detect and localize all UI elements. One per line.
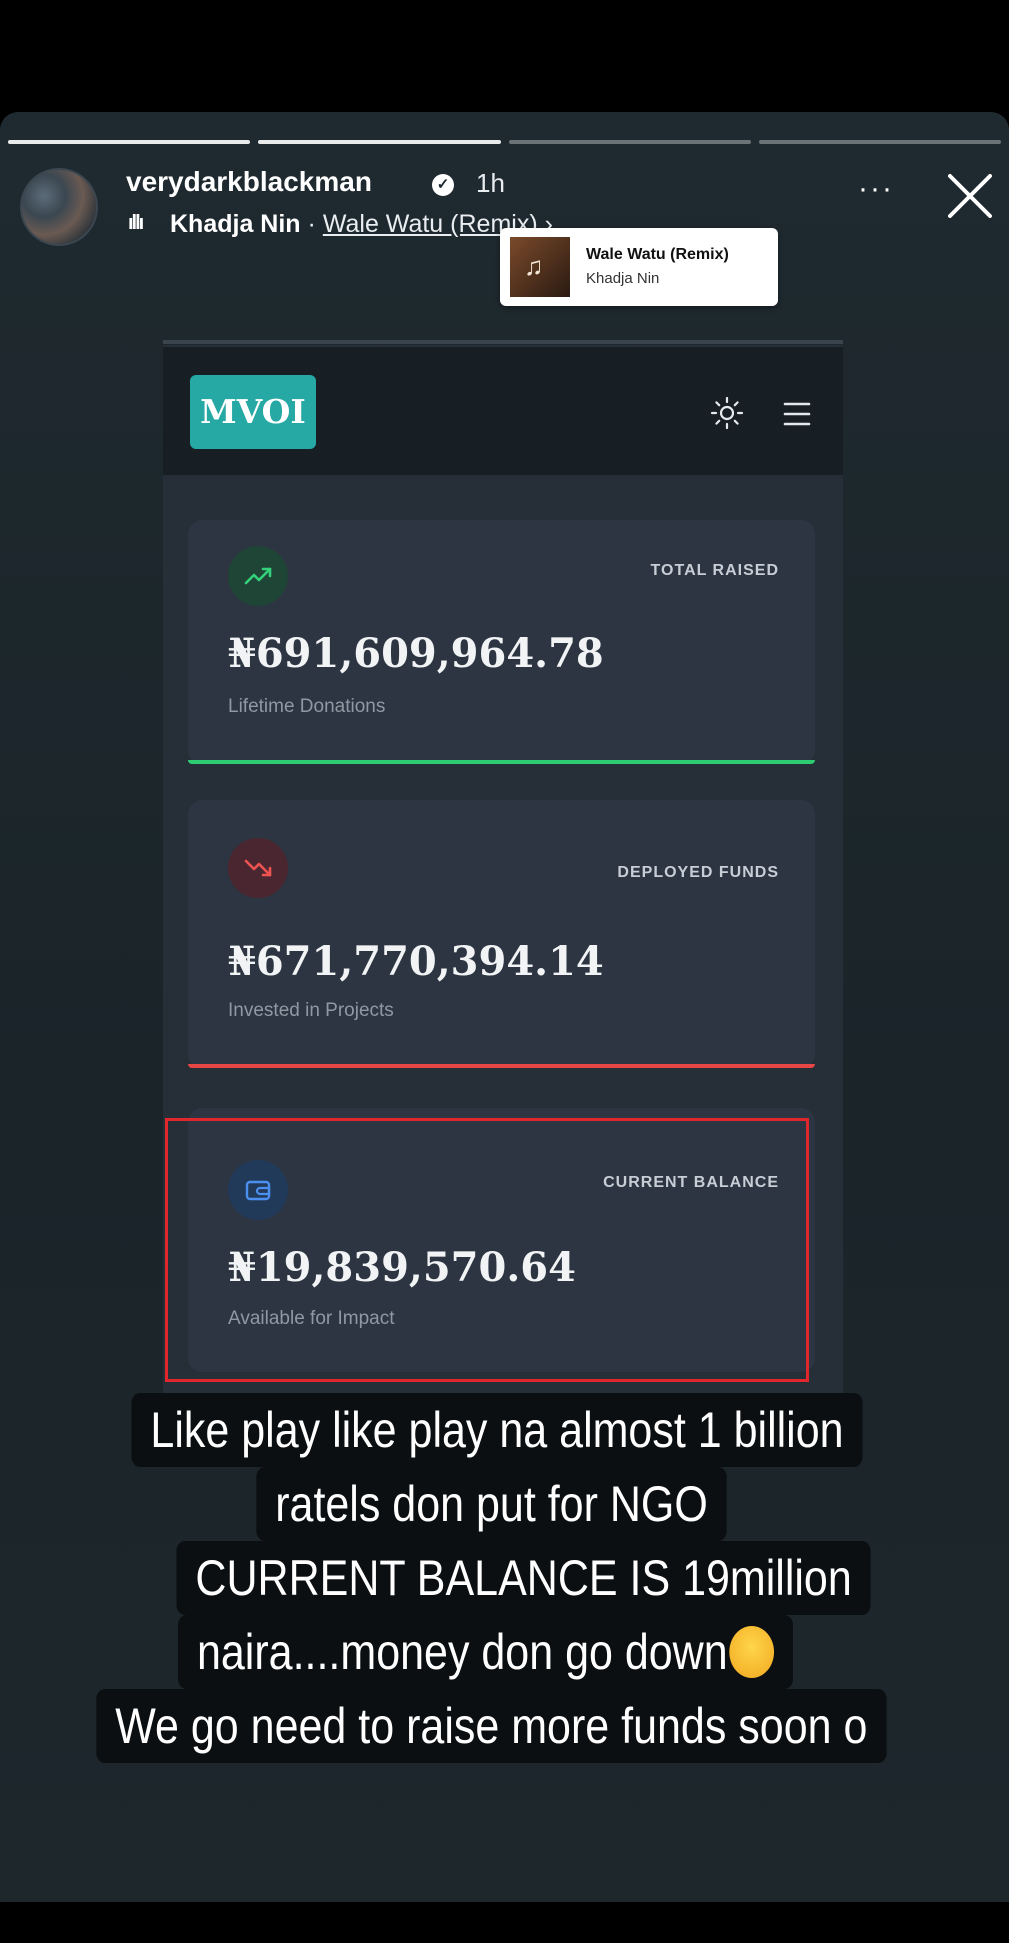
username[interactable]: verydarkblackman <box>126 166 372 198</box>
icon-circle <box>228 838 288 898</box>
card-subtitle: Invested in Projects <box>228 1000 394 1021</box>
music-icon: ıllı <box>128 212 144 234</box>
avatar[interactable] <box>20 168 98 246</box>
sun-icon[interactable] <box>710 396 744 430</box>
music-artist: Khadja Nin <box>170 210 301 238</box>
music-separator: · <box>307 210 316 238</box>
close-icon[interactable] <box>944 170 996 222</box>
caption-line: CURRENT BALANCE IS 19million <box>176 1541 871 1615</box>
card-accent-bar <box>188 1064 815 1068</box>
menu-icon[interactable] <box>782 400 812 428</box>
card-amount: ₦671,770,394.14 <box>228 938 604 985</box>
card-amount: ₦691,609,964.78 <box>228 630 604 677</box>
progress-segment <box>258 140 501 144</box>
caption-line: Like play like play na almost 1 billion <box>131 1393 863 1467</box>
trending-down-icon <box>244 859 272 877</box>
weary-face-emoji-icon <box>729 1625 775 1678</box>
card-accent-bar <box>188 760 815 764</box>
sticker-title: Wale Watu (Remix) <box>586 246 729 263</box>
card-label: TOTAL RAISED <box>650 562 779 579</box>
trending-up-icon <box>244 567 272 585</box>
deployed-funds-card: DEPLOYED FUNDS ₦671,770,394.14 Invested … <box>188 800 815 1068</box>
story-progress <box>8 140 1001 144</box>
sticker-artist: Khadja Nin <box>586 270 660 287</box>
verified-badge-icon: ✓ <box>432 174 454 196</box>
total-raised-card: TOTAL RAISED ₦691,609,964.78 Lifetime Do… <box>188 520 815 764</box>
red-highlight-box <box>165 1118 809 1382</box>
post-time: 1h <box>476 168 505 198</box>
more-options-icon[interactable]: ··· <box>858 172 894 206</box>
caption-line: We go need to raise more funds soon o <box>96 1689 887 1763</box>
card-label: DEPLOYED FUNDS <box>617 864 779 881</box>
music-attribution[interactable]: Khadja Nin · Wale Watu (Remix) › <box>170 210 553 239</box>
caption-line: naira....money don go down <box>178 1615 794 1689</box>
progress-segment <box>758 140 1001 144</box>
music-sticker[interactable]: ♫ Wale Watu (Remix) Khadja Nin <box>500 228 778 306</box>
progress-segment <box>8 140 251 144</box>
card-subtitle: Lifetime Donations <box>228 696 386 717</box>
caption-text: naira....money don go down <box>196 1624 728 1680</box>
icon-circle <box>228 546 288 606</box>
caption-line: ratels don put for NGO <box>256 1467 727 1541</box>
screenshot-top-rule <box>163 340 843 344</box>
app-logo[interactable]: MVOI <box>190 375 316 449</box>
album-art: ♫ <box>510 237 570 297</box>
progress-segment <box>508 140 751 144</box>
